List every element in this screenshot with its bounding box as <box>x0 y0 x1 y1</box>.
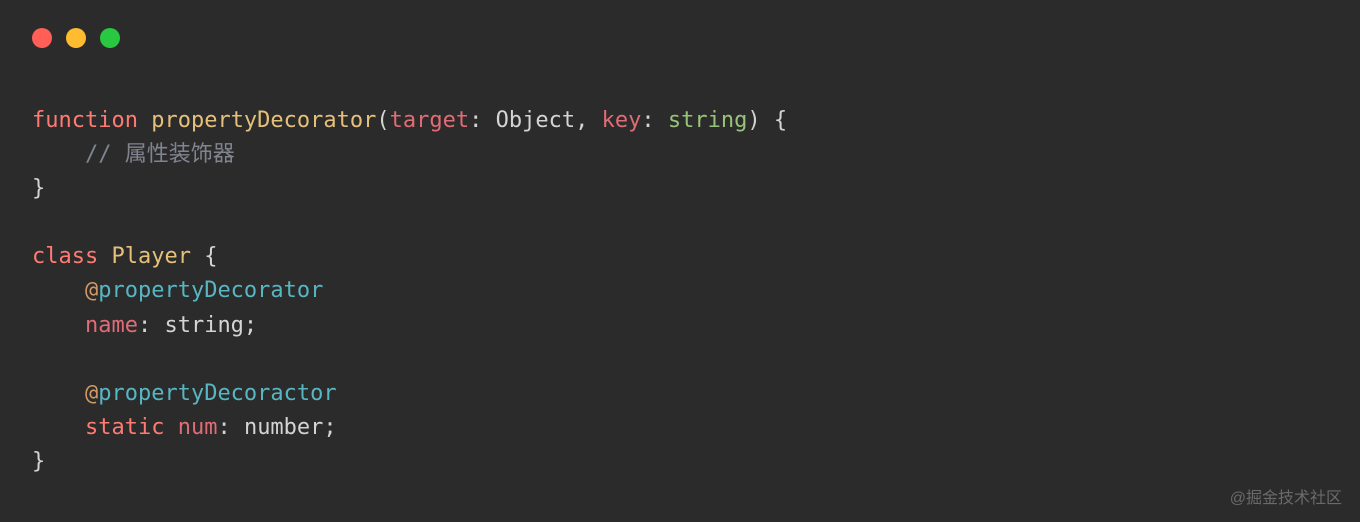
code-line: } <box>32 449 45 474</box>
comma: , <box>575 108 602 133</box>
code-line: function propertyDecorator(target: Objec… <box>32 108 787 133</box>
decorator-at: @ <box>85 278 98 303</box>
code-line: @propertyDecoractor <box>32 381 337 406</box>
param-target: target <box>390 108 469 133</box>
colon: : <box>469 108 496 133</box>
class-name: Player <box>111 244 190 269</box>
property-name: name <box>85 313 138 338</box>
keyword-class: class <box>32 244 98 269</box>
property-num: num <box>164 415 217 440</box>
type-annot: : number; <box>217 415 336 440</box>
code-line: static num: number; <box>32 415 337 440</box>
type-annot: : string; <box>138 313 257 338</box>
code-line: class Player { <box>32 244 217 269</box>
decorator-name: propertyDecorator <box>98 278 323 303</box>
keyword-function: function <box>32 108 138 133</box>
colon: : <box>641 108 668 133</box>
paren-open: ( <box>376 108 389 133</box>
paren-close-brace: ) { <box>747 108 787 133</box>
comment: // 属性装饰器 <box>85 142 235 167</box>
maximize-icon[interactable] <box>100 28 120 48</box>
keyword-static: static <box>85 415 164 440</box>
close-icon[interactable] <box>32 28 52 48</box>
decorator-name: propertyDecoractor <box>98 381 336 406</box>
code-line: } <box>32 176 45 201</box>
decorator-at: @ <box>85 381 98 406</box>
window-controls <box>0 0 1360 48</box>
brace-open: { <box>191 244 218 269</box>
code-line: // 属性装饰器 <box>32 142 235 167</box>
type-object: Object <box>496 108 575 133</box>
watermark: @掘金技术社区 <box>1230 487 1342 512</box>
brace-close: } <box>32 449 45 474</box>
code-line: name: string; <box>32 313 257 338</box>
param-key: key <box>602 108 642 133</box>
code-line: @propertyDecorator <box>32 278 323 303</box>
brace-close: } <box>32 176 45 201</box>
code-block: function propertyDecorator(target: Objec… <box>0 48 1360 479</box>
type-string: string <box>668 108 747 133</box>
function-name: propertyDecorator <box>151 108 376 133</box>
minimize-icon[interactable] <box>66 28 86 48</box>
